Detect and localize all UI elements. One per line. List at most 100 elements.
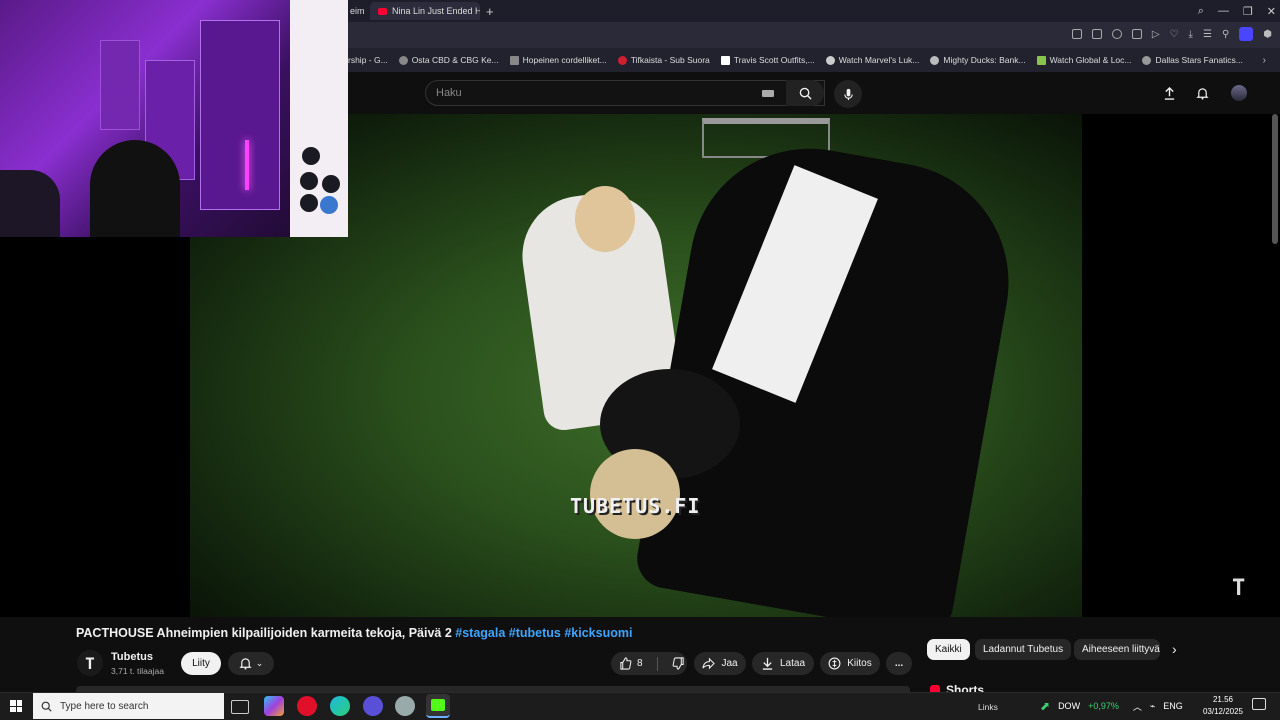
- bell-icon: [1195, 87, 1209, 100]
- thanks-button[interactable]: Kiitos: [820, 652, 880, 675]
- settings-cube-icon[interactable]: ⬢: [1263, 29, 1272, 40]
- play-icon[interactable]: ▷: [1152, 29, 1160, 40]
- bookmark-favicon-icon: [825, 55, 835, 65]
- extension-icon[interactable]: [1131, 29, 1142, 39]
- profile-icon[interactable]: ⚲: [1222, 29, 1229, 40]
- like-dislike-group: 8: [611, 652, 687, 675]
- chip-uploaded-by[interactable]: Ladannut Tubetus: [975, 639, 1072, 660]
- voice-search-button[interactable]: [834, 80, 862, 108]
- webcam-led-light: [245, 140, 249, 190]
- search-icon: [41, 701, 52, 712]
- tab-active[interactable]: Nina Lin Just Ended Her C: [370, 2, 480, 20]
- chip-all[interactable]: Kaikki: [927, 639, 970, 660]
- clock-time: 21.56: [1212, 695, 1234, 704]
- notification-center-icon[interactable]: [1252, 698, 1266, 710]
- webcam-cabinet: [200, 20, 280, 210]
- more-actions-button[interactable]: ...: [886, 652, 912, 675]
- shield-icon[interactable]: [1111, 29, 1122, 39]
- kick-app-icon[interactable]: [426, 694, 450, 718]
- new-tab-button[interactable]: +: [480, 4, 500, 19]
- subscription-bell-button[interactable]: ⌄: [228, 652, 274, 675]
- camera-icon[interactable]: [1091, 29, 1102, 39]
- join-button[interactable]: Liity: [181, 652, 221, 675]
- webcam-overlay: [0, 0, 348, 237]
- thumbs-up-icon: [620, 657, 632, 670]
- tab-previous[interactable]: eim: [348, 2, 370, 20]
- taskbar-clock[interactable]: 21.56 03/12/2025: [1200, 694, 1246, 718]
- share-button[interactable]: Jaa: [694, 652, 746, 675]
- bookmarks-overflow-icon[interactable]: ›: [1263, 55, 1266, 66]
- channel-name[interactable]: Tubetus: [111, 651, 153, 663]
- bookmark-favicon-icon: [617, 55, 627, 65]
- upload-icon: [1164, 86, 1174, 100]
- discord-icon[interactable]: [363, 696, 383, 716]
- upload-button[interactable]: [1159, 84, 1179, 102]
- super-thanks-icon: [828, 657, 841, 670]
- share-icon: [702, 657, 716, 670]
- copilot-icon[interactable]: [264, 696, 284, 716]
- webcam-chair: [0, 170, 60, 237]
- heart-icon[interactable]: ♡: [1170, 29, 1179, 40]
- chip-related[interactable]: Aiheeseen liittyvä: [1074, 639, 1160, 660]
- thumbs-down-icon[interactable]: [672, 657, 685, 670]
- notifications-button[interactable]: [1192, 84, 1212, 102]
- bookmark-item[interactable]: rship - G...: [348, 55, 388, 65]
- page-scrollbar[interactable]: [1272, 114, 1278, 244]
- video-figure-head: [575, 186, 635, 252]
- bookmark-item[interactable]: Mighty Ducks: Bank...: [930, 55, 1026, 65]
- bookmark-favicon-icon: [720, 55, 730, 65]
- video-watermark: TUBETUS.FI: [570, 494, 701, 518]
- start-button[interactable]: [0, 692, 32, 720]
- video-right-letterbox: [1082, 114, 1280, 617]
- stock-chart-icon: ⬈: [1040, 699, 1051, 713]
- bookmark-item[interactable]: Watch Marvel's Luk...: [825, 55, 919, 65]
- download-button[interactable]: Lataa: [752, 652, 814, 675]
- browser-search-icon[interactable]: ⌕: [1198, 5, 1204, 18]
- bookmark-item[interactable]: Watch Global & Loc...: [1036, 55, 1131, 65]
- minimize-icon[interactable]: —: [1218, 5, 1229, 17]
- search-button[interactable]: [786, 80, 824, 106]
- language-indicator[interactable]: ENG: [1163, 701, 1183, 711]
- webcam-object: [322, 175, 340, 193]
- video-title: PACTHOUSE Ahneimpien kilpailijoiden karm…: [76, 626, 633, 640]
- channel-overlay-logo[interactable]: T: [1232, 576, 1245, 601]
- windows-logo-icon: [10, 700, 22, 712]
- extension-accent-icon[interactable]: [1239, 27, 1254, 41]
- edge-icon[interactable]: [330, 696, 350, 716]
- bookmark-item[interactable]: Osta CBD & CBG Ke...: [398, 55, 499, 65]
- kick-logo-icon: [431, 699, 445, 711]
- app-icon[interactable]: [395, 696, 415, 716]
- video-hashtags[interactable]: #stagala #tubetus #kicksuomi: [455, 626, 632, 640]
- search-icon: [799, 87, 812, 100]
- menu-icon[interactable]: ☰: [1203, 29, 1212, 40]
- stock-ticker-name[interactable]: DOW: [1058, 701, 1080, 711]
- bookmark-favicon-icon: [1036, 55, 1046, 65]
- video-left-letterbox: [0, 237, 190, 617]
- pill-divider: [656, 656, 658, 671]
- network-icon[interactable]: ⌁: [1150, 701, 1155, 712]
- opera-icon[interactable]: [297, 696, 317, 716]
- channel-avatar[interactable]: T: [77, 650, 103, 676]
- bookmark-item[interactable]: Hopeinen cordelliket...: [509, 55, 607, 65]
- bookmark-item[interactable]: Dallas Stars Fanatics...: [1142, 55, 1243, 65]
- webcam-person: [90, 140, 180, 237]
- restore-icon[interactable]: ❐: [1243, 5, 1253, 18]
- system-tray: ⬈ DOW +0,97% ︿ ⌁ ENG: [1040, 692, 1183, 720]
- links-toolbar[interactable]: Links: [978, 702, 998, 712]
- clock-date: 03/12/2025: [1202, 707, 1244, 716]
- like-button[interactable]: 8: [619, 657, 643, 670]
- tray-overflow-icon[interactable]: ︿: [1133, 700, 1142, 713]
- edit-icon[interactable]: [1071, 29, 1082, 39]
- account-avatar[interactable]: [1229, 84, 1249, 102]
- download-icon[interactable]: ⤓: [1189, 29, 1193, 40]
- bookmark-item[interactable]: Tifkaista - Sub Suora: [617, 55, 710, 65]
- chips-next-icon[interactable]: ›: [1172, 641, 1177, 657]
- taskbar-search-input[interactable]: Type here to search: [33, 693, 224, 719]
- keyboard-icon[interactable]: [762, 90, 774, 97]
- webcam-cabinet: [100, 40, 140, 130]
- webcam-object: [320, 196, 338, 214]
- close-icon[interactable]: ✕: [1267, 5, 1276, 18]
- webcam-object: [300, 172, 318, 190]
- task-view-icon[interactable]: [231, 700, 249, 714]
- bookmark-item[interactable]: Travis Scott Outfits,...: [720, 55, 815, 65]
